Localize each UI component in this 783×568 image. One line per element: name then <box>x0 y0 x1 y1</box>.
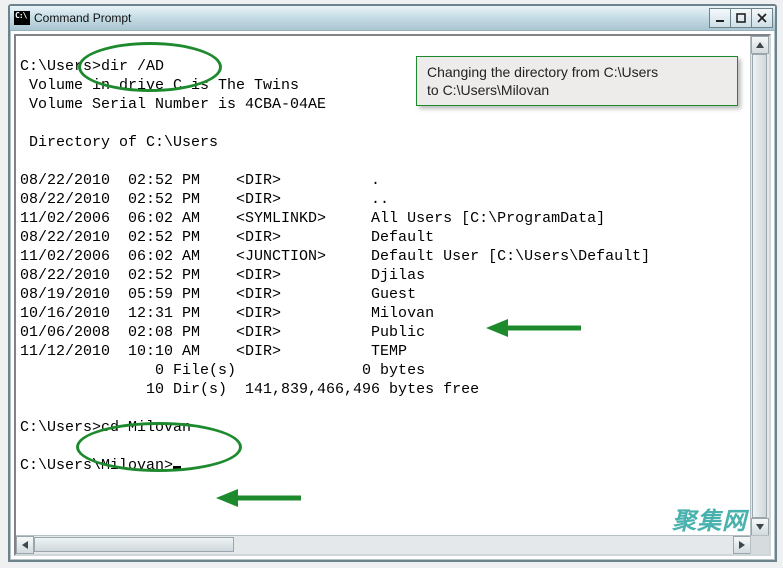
horizontal-scrollbar[interactable] <box>16 535 751 554</box>
horizontal-scroll-thumb[interactable] <box>34 537 234 552</box>
maximize-button[interactable] <box>730 8 752 28</box>
vertical-scrollbar[interactable] <box>750 36 769 536</box>
minimize-button[interactable] <box>709 8 731 28</box>
scroll-corner <box>750 535 769 554</box>
scroll-right-button[interactable] <box>733 536 751 554</box>
scroll-up-button[interactable] <box>751 36 769 54</box>
close-button[interactable] <box>751 8 773 28</box>
scroll-left-button[interactable] <box>16 536 34 554</box>
terminal-text: C:\Users>dir /AD Volume in drive C is Th… <box>16 36 751 477</box>
window-title: Command Prompt <box>34 11 710 25</box>
cursor <box>173 466 181 469</box>
client-area: C:\Users>dir /AD Volume in drive C is Th… <box>14 34 771 556</box>
titlebar[interactable]: C:\ Command Prompt <box>10 6 775 31</box>
terminal-output[interactable]: C:\Users>dir /AD Volume in drive C is Th… <box>16 36 751 536</box>
scroll-down-button[interactable] <box>751 518 769 536</box>
vertical-scroll-thumb[interactable] <box>752 54 767 518</box>
window-frame: C:\ Command Prompt C:\Users>dir /AD Volu… <box>8 4 777 562</box>
cmd-icon: C:\ <box>14 11 30 25</box>
window-controls <box>710 8 773 28</box>
